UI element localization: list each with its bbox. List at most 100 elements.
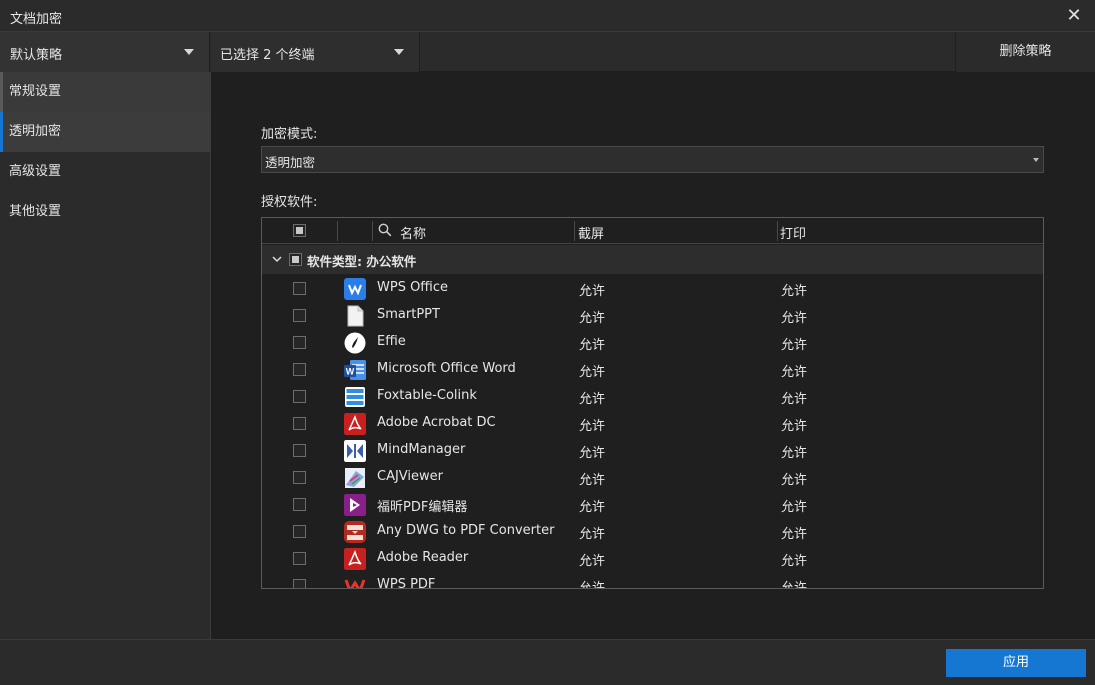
table-row[interactable]: WPS Office 允许 允许 [262, 275, 1043, 302]
app-name: SmartPPT [377, 307, 440, 322]
row-checkbox[interactable] [293, 417, 306, 430]
row-checkbox[interactable] [293, 363, 306, 376]
sidebar-item-general[interactable]: 常规设置 [0, 72, 210, 112]
word-icon: W [344, 360, 366, 380]
chevron-down-icon [394, 49, 404, 55]
table-row[interactable]: Adobe Acrobat DC 允许 允许 [262, 410, 1043, 437]
sidebar-item-other[interactable]: 其他设置 [0, 192, 210, 232]
table-row[interactable]: CAJViewer 允许 允许 [262, 464, 1043, 491]
screenshot-permission: 允许 [579, 284, 606, 299]
print-permission: 允许 [781, 446, 808, 461]
column-header-print[interactable]: 打印 [780, 223, 806, 242]
row-checkbox[interactable] [293, 525, 306, 538]
table-row[interactable]: 福昕PDF编辑器 允许 允许 [262, 491, 1043, 518]
screenshot-permission: 允许 [579, 554, 606, 569]
footer: 应用 [0, 639, 1095, 685]
sidebar-item-transparent-encryption[interactable]: 透明加密 [0, 112, 210, 152]
select-all-checkbox[interactable] [293, 224, 306, 237]
cajviewer-icon [345, 468, 365, 488]
encryption-mode-label: 加密模式: [261, 127, 318, 142]
row-checkbox[interactable] [293, 579, 306, 588]
adobe-reader-icon [344, 548, 366, 570]
toolbar: 默认策略 已选择 2 个终端 删除策略 [0, 32, 1095, 72]
software-table: 名称 截屏 打印 软件类型: 办公软件 WPS Office 允许 允许 Sma… [261, 217, 1044, 589]
table-row[interactable]: Effie 允许 允许 [262, 329, 1043, 356]
table-row[interactable]: Foxtable-Colink 允许 允许 [262, 383, 1043, 410]
app-name: Foxtable-Colink [377, 388, 477, 403]
app-name: WPS Office [377, 280, 449, 295]
dwg-pdf-icon [344, 521, 366, 543]
close-icon[interactable]: ✕ [1063, 5, 1085, 27]
table-row[interactable]: MindManager 允许 允许 [262, 437, 1043, 464]
search-icon[interactable] [378, 223, 392, 237]
row-checkbox[interactable] [293, 471, 306, 484]
table-row[interactable]: Adobe Reader 允许 允许 [262, 545, 1043, 572]
print-permission: 允许 [781, 284, 808, 299]
foxtable-icon [345, 387, 365, 407]
sidebar-item-advanced[interactable]: 高级设置 [0, 152, 210, 192]
chevron-down-icon [184, 49, 194, 55]
app-name: Any DWG to PDF Converter [377, 523, 555, 538]
table-row[interactable]: Any DWG to PDF Converter 允许 允许 [262, 518, 1043, 545]
column-header-screenshot[interactable]: 截屏 [578, 223, 604, 242]
screenshot-permission: 允许 [579, 392, 606, 407]
wps-pdf-icon [344, 579, 366, 588]
print-permission: 允许 [781, 365, 808, 380]
print-permission: 允许 [781, 311, 808, 326]
app-name: Microsoft Office Word [377, 361, 516, 376]
app-name: Effie [377, 334, 406, 349]
screenshot-permission: 允许 [579, 500, 606, 515]
screenshot-permission: 允许 [579, 473, 606, 488]
screenshot-permission: 允许 [579, 581, 606, 589]
table-row[interactable]: WPS PDF 允许 允许 [262, 572, 1043, 589]
policy-dropdown[interactable]: 默认策略 [0, 32, 210, 72]
title-bar: 文档加密 ✕ [0, 0, 1095, 32]
screenshot-permission: 允许 [579, 338, 606, 353]
main-panel: 加密模式: 透明加密 授权软件: 名称 截屏 打印 软件类型: 办公软件 WPS… [211, 72, 1095, 639]
window-title: 文档加密 [10, 12, 63, 27]
column-divider [337, 221, 338, 241]
delete-policy-button[interactable]: 删除策略 [955, 32, 1095, 72]
screenshot-permission: 允许 [579, 419, 606, 434]
column-header-name[interactable]: 名称 [400, 223, 426, 242]
row-checkbox[interactable] [293, 309, 306, 322]
terminal-dropdown-value: 已选择 2 个终端 [220, 48, 315, 63]
print-permission: 允许 [781, 338, 808, 353]
table-header: 名称 截屏 打印 [262, 218, 1043, 244]
app-name: CAJViewer [377, 469, 443, 484]
sidebar: 常规设置 透明加密 高级设置 其他设置 [0, 72, 211, 639]
svg-text:W: W [346, 367, 355, 377]
app-name: MindManager [377, 442, 466, 457]
policy-dropdown-value: 默认策略 [10, 48, 63, 63]
row-checkbox[interactable] [293, 282, 306, 295]
app-name: Adobe Reader [377, 550, 469, 565]
print-permission: 允许 [781, 500, 808, 515]
terminal-dropdown[interactable]: 已选择 2 个终端 [211, 32, 420, 72]
table-row[interactable]: W Microsoft Office Word 允许 允许 [262, 356, 1043, 383]
column-divider [574, 221, 575, 241]
document-file-icon [347, 305, 364, 327]
group-row-office-software[interactable]: 软件类型: 办公软件 [262, 245, 1043, 274]
chevron-down-icon[interactable] [271, 253, 283, 265]
row-checkbox[interactable] [293, 390, 306, 403]
wps-office-icon [344, 278, 366, 300]
effie-icon [344, 332, 366, 354]
print-permission: 允许 [781, 581, 808, 589]
row-checkbox[interactable] [293, 498, 306, 511]
app-name: 福昕PDF编辑器 [377, 500, 468, 515]
foxit-pdf-icon [344, 494, 366, 516]
app-name: Adobe Acrobat DC [377, 415, 496, 430]
row-checkbox[interactable] [293, 552, 306, 565]
row-checkbox[interactable] [293, 336, 306, 349]
group-label: 软件类型: 办公软件 [307, 254, 417, 269]
print-permission: 允许 [781, 527, 808, 542]
apply-button[interactable]: 应用 [946, 649, 1086, 677]
row-checkbox[interactable] [293, 444, 306, 457]
group-checkbox[interactable] [289, 253, 302, 266]
column-divider [372, 221, 373, 241]
encryption-mode-select[interactable]: 透明加密 [261, 146, 1044, 173]
screenshot-permission: 允许 [579, 527, 606, 542]
print-permission: 允许 [781, 473, 808, 488]
screenshot-permission: 允许 [579, 311, 606, 326]
table-row[interactable]: SmartPPT 允许 允许 [262, 302, 1043, 329]
